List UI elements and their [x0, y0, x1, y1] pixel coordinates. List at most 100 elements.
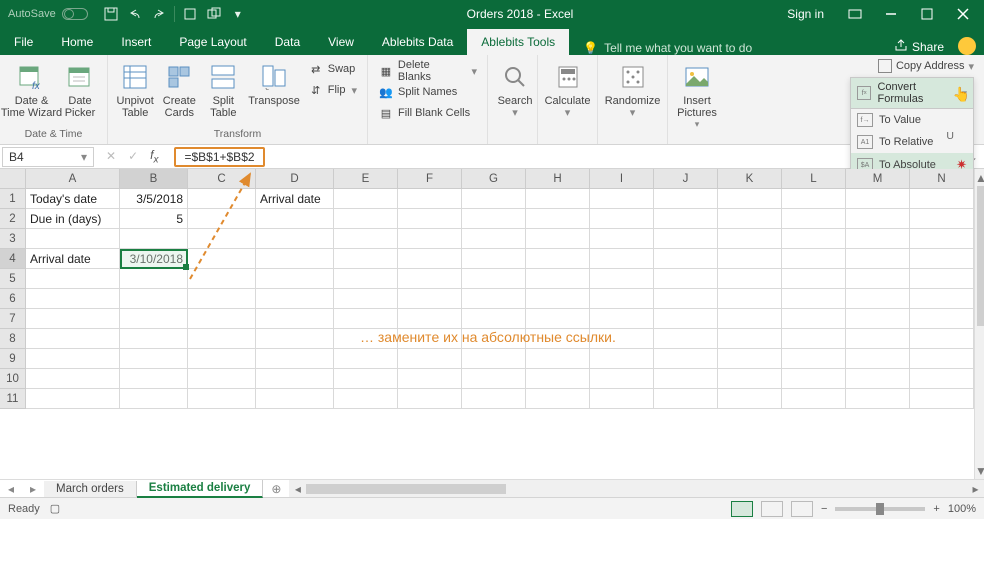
copy-address-button[interactable]: Copy Address▾	[878, 59, 974, 73]
to-relative-item[interactable]: A1To Relative	[851, 131, 973, 153]
cell-K8[interactable]	[718, 329, 782, 349]
create-cards-button[interactable]: Create Cards	[158, 59, 200, 121]
cell-L6[interactable]	[782, 289, 846, 309]
cell-A4[interactable]: Arrival date	[26, 249, 120, 269]
cell-N2[interactable]	[910, 209, 974, 229]
cell-F3[interactable]	[398, 229, 462, 249]
cell-L3[interactable]	[782, 229, 846, 249]
delete-blanks-button[interactable]: ▦Delete Blanks▾	[374, 61, 481, 81]
horizontal-scrollbar[interactable]: ◂ ▸	[289, 480, 984, 497]
row-header-2[interactable]: 2	[0, 209, 26, 229]
tab-insert[interactable]: Insert	[107, 29, 165, 55]
cell-K4[interactable]	[718, 249, 782, 269]
cell-B4[interactable]: 3/10/2018	[120, 249, 188, 269]
cell-E10[interactable]	[334, 369, 398, 389]
hscroll-thumb[interactable]	[306, 484, 506, 494]
cell-E5[interactable]	[334, 269, 398, 289]
cell-H7[interactable]	[526, 309, 590, 329]
cell-K5[interactable]	[718, 269, 782, 289]
cell-A11[interactable]	[26, 389, 120, 409]
convert-formulas-button[interactable]: fx Convert Formulas▾	[851, 78, 973, 109]
column-header-J[interactable]: J	[654, 169, 718, 189]
cell-N8[interactable]	[910, 329, 974, 349]
cell-K6[interactable]	[718, 289, 782, 309]
cell-C3[interactable]	[188, 229, 256, 249]
cell-J10[interactable]	[654, 369, 718, 389]
cell-G10[interactable]	[462, 369, 526, 389]
sheet-tab-estimated[interactable]: Estimated delivery	[137, 480, 264, 498]
cell-E3[interactable]	[334, 229, 398, 249]
cell-J2[interactable]	[654, 209, 718, 229]
row-header-1[interactable]: 1	[0, 189, 26, 209]
minimize-icon[interactable]	[874, 2, 908, 26]
cell-K7[interactable]	[718, 309, 782, 329]
cell-B5[interactable]	[120, 269, 188, 289]
cell-J11[interactable]	[654, 389, 718, 409]
page-break-view-icon[interactable]	[791, 501, 813, 517]
cell-E11[interactable]	[334, 389, 398, 409]
cell-B7[interactable]	[120, 309, 188, 329]
cell-F7[interactable]	[398, 309, 462, 329]
column-header-F[interactable]: F	[398, 169, 462, 189]
tab-data[interactable]: Data	[261, 29, 314, 55]
cell-F10[interactable]	[398, 369, 462, 389]
search-button[interactable]: Search▾	[494, 59, 536, 121]
column-header-D[interactable]: D	[256, 169, 334, 189]
cell-E8[interactable]	[334, 329, 398, 349]
cell-G11[interactable]	[462, 389, 526, 409]
cell-N4[interactable]	[910, 249, 974, 269]
cell-M4[interactable]	[846, 249, 910, 269]
scroll-right-icon[interactable]: ▸	[967, 482, 984, 496]
cell-H1[interactable]	[526, 189, 590, 209]
to-value-item[interactable]: f→To Value	[851, 109, 973, 131]
cell-M8[interactable]	[846, 329, 910, 349]
cell-I9[interactable]	[590, 349, 654, 369]
ribbon-options-icon[interactable]	[838, 2, 872, 26]
cell-N9[interactable]	[910, 349, 974, 369]
cell-H4[interactable]	[526, 249, 590, 269]
cell-A2[interactable]: Due in (days)	[26, 209, 120, 229]
select-all-corner[interactable]	[0, 169, 26, 189]
cell-I8[interactable]	[590, 329, 654, 349]
cell-A6[interactable]	[26, 289, 120, 309]
cell-M11[interactable]	[846, 389, 910, 409]
cell-A7[interactable]	[26, 309, 120, 329]
cell-I11[interactable]	[590, 389, 654, 409]
row-header-6[interactable]: 6	[0, 289, 26, 309]
tab-nav-prev-icon[interactable]: ◂	[0, 480, 22, 498]
cell-I10[interactable]	[590, 369, 654, 389]
redo-icon[interactable]	[148, 3, 170, 25]
cell-J7[interactable]	[654, 309, 718, 329]
cell-H5[interactable]	[526, 269, 590, 289]
cell-I7[interactable]	[590, 309, 654, 329]
cell-N11[interactable]	[910, 389, 974, 409]
cell-D11[interactable]	[256, 389, 334, 409]
cell-I5[interactable]	[590, 269, 654, 289]
column-header-I[interactable]: I	[590, 169, 654, 189]
cell-E9[interactable]	[334, 349, 398, 369]
tab-view[interactable]: View	[314, 29, 368, 55]
cell-N10[interactable]	[910, 369, 974, 389]
transpose-button[interactable]: Transpose	[246, 59, 301, 109]
zoom-in-icon[interactable]: +	[933, 503, 939, 515]
cell-G4[interactable]	[462, 249, 526, 269]
cell-L9[interactable]	[782, 349, 846, 369]
cell-E4[interactable]	[334, 249, 398, 269]
tell-me[interactable]: 💡 Tell me what you want to do	[569, 41, 766, 55]
scroll-down-icon[interactable]: ▼	[975, 462, 984, 479]
cell-C10[interactable]	[188, 369, 256, 389]
row-header-3[interactable]: 3	[0, 229, 26, 249]
cell-D6[interactable]	[256, 289, 334, 309]
column-header-B[interactable]: B	[120, 169, 188, 189]
cell-J3[interactable]	[654, 229, 718, 249]
cell-K1[interactable]	[718, 189, 782, 209]
fill-blank-cells-button[interactable]: ▤Fill Blank Cells	[374, 103, 481, 123]
date-time-wizard-button[interactable]: fx Date & Time Wizard	[6, 59, 57, 121]
cell-A5[interactable]	[26, 269, 120, 289]
cell-L10[interactable]	[782, 369, 846, 389]
macro-icon[interactable]: ▢	[50, 502, 60, 515]
cell-J1[interactable]	[654, 189, 718, 209]
cell-N7[interactable]	[910, 309, 974, 329]
cell-I3[interactable]	[590, 229, 654, 249]
cell-N6[interactable]	[910, 289, 974, 309]
